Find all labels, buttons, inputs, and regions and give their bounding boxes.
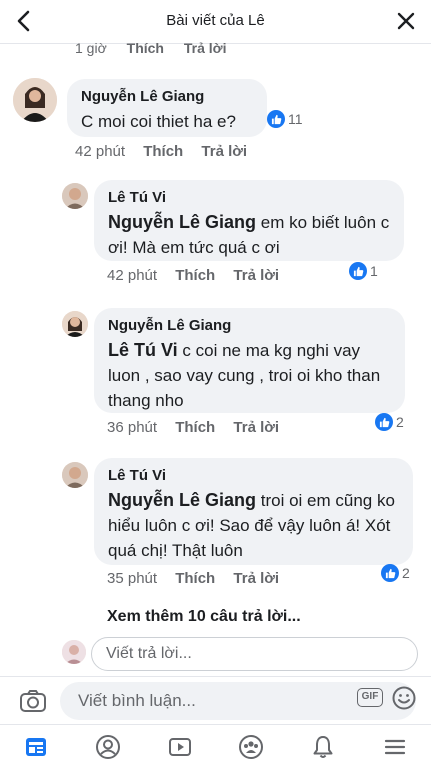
comment-bubble: Nguyễn Lê Giang C moi coi thiet ha e? xyxy=(67,79,267,137)
comment-actions: 42 phút Thích Trả lời xyxy=(107,267,293,284)
like-reaction-icon xyxy=(349,262,367,280)
top-bar: Bài viết của Lê xyxy=(0,0,431,44)
notifications-icon xyxy=(313,735,333,758)
nav-news-feed[interactable] xyxy=(16,727,56,767)
comment-body: Lê Tú Vi c coi ne ma kg nghi vay luon , … xyxy=(108,338,391,413)
comment-bubble: Lê Tú Vi Nguyễn Lê Giang em ko biết luôn… xyxy=(94,180,404,261)
comment-author[interactable]: Lê Tú Vi xyxy=(108,189,390,206)
reply-link[interactable]: Trả lời xyxy=(233,267,279,284)
comment-composer: Viết bình luận... GIF xyxy=(0,676,431,724)
reaction-count[interactable]: 1 xyxy=(349,262,378,280)
reaction-count[interactable]: 2 xyxy=(381,564,410,582)
reaction-number: 1 xyxy=(370,263,378,279)
bottom-navigation xyxy=(0,724,431,768)
page-title: Bài viết của Lê xyxy=(166,12,265,29)
reply-link[interactable]: Trả lời xyxy=(233,570,279,587)
mention-link[interactable]: Nguyễn Lê Giang xyxy=(108,490,256,510)
profile-icon xyxy=(95,734,120,759)
like-link[interactable]: Thích xyxy=(175,419,215,436)
comment-actions: 36 phút Thích Trả lời xyxy=(107,419,293,436)
nav-menu[interactable] xyxy=(375,727,415,767)
mention-link[interactable]: Nguyễn Lê Giang xyxy=(108,212,256,232)
like-link[interactable]: Thích xyxy=(175,570,215,587)
like-reaction-icon xyxy=(267,110,285,128)
menu-icon xyxy=(384,739,406,754)
watch-icon xyxy=(168,737,191,756)
like-link[interactable]: Thích xyxy=(127,40,164,56)
reaction-count[interactable]: 2 xyxy=(375,413,404,431)
comment-author[interactable]: Nguyễn Lê Giang xyxy=(81,88,253,105)
like-link[interactable]: Thích xyxy=(143,143,183,160)
reaction-count[interactable]: 11 xyxy=(267,110,303,128)
comment-time: 42 phút xyxy=(107,267,158,284)
news-feed-icon xyxy=(25,737,46,756)
reply-link[interactable]: Trả lời xyxy=(233,419,279,436)
like-link[interactable]: Thích xyxy=(175,267,215,284)
nav-notifications[interactable] xyxy=(303,727,343,767)
comment-actions: 42 phút Thích Trả lời xyxy=(75,143,261,160)
comment-author[interactable]: Nguyễn Lê Giang xyxy=(108,317,391,334)
comment-text: C moi coi thiet ha e? xyxy=(81,112,236,131)
reply-link[interactable]: Trả lời xyxy=(184,40,227,56)
comment-time: 36 phút xyxy=(107,419,158,436)
comment-time: 42 phút xyxy=(75,143,126,160)
comment-author[interactable]: Lê Tú Vi xyxy=(108,467,399,484)
avatar[interactable] xyxy=(13,78,57,122)
comment-body: Nguyễn Lê Giang troi oi em cũng ko hiểu … xyxy=(108,488,399,563)
nav-profile[interactable] xyxy=(88,727,128,767)
close-icon[interactable] xyxy=(395,10,417,32)
reply-input[interactable]: Viết trả lời... xyxy=(91,637,418,671)
avatar[interactable] xyxy=(62,183,88,209)
nav-groups[interactable] xyxy=(231,727,271,767)
mention-link[interactable]: Lê Tú Vi xyxy=(108,340,178,360)
nav-watch[interactable] xyxy=(160,727,200,767)
emoji-icon[interactable] xyxy=(391,685,417,711)
camera-icon[interactable] xyxy=(18,686,48,716)
reaction-number: 2 xyxy=(402,565,410,581)
reaction-number: 2 xyxy=(396,414,404,430)
like-reaction-icon xyxy=(381,564,399,582)
comment-bubble: Nguyễn Lê Giang Lê Tú Vi c coi ne ma kg … xyxy=(94,308,405,413)
comment-actions: 35 phút Thích Trả lời xyxy=(107,570,293,587)
avatar xyxy=(62,640,86,664)
reaction-number: 11 xyxy=(288,111,303,127)
reply-link[interactable]: Trả lời xyxy=(201,143,247,160)
groups-icon xyxy=(239,734,264,759)
gif-icon[interactable]: GIF xyxy=(357,688,383,707)
avatar[interactable] xyxy=(62,462,88,488)
like-reaction-icon xyxy=(375,413,393,431)
comment-time: 35 phút xyxy=(107,570,158,587)
see-more-replies-link[interactable]: Xem thêm 10 câu trả lời... xyxy=(107,608,301,626)
comment-bubble: Lê Tú Vi Nguyễn Lê Giang troi oi em cũng… xyxy=(94,458,413,565)
comment-body: Nguyễn Lê Giang em ko biết luôn c ơi! Mà… xyxy=(108,210,390,260)
previous-comment-meta: 1 giờ Thích Trả lời xyxy=(75,40,243,56)
avatar[interactable] xyxy=(62,311,88,337)
comment-time: 1 giờ xyxy=(75,40,107,56)
